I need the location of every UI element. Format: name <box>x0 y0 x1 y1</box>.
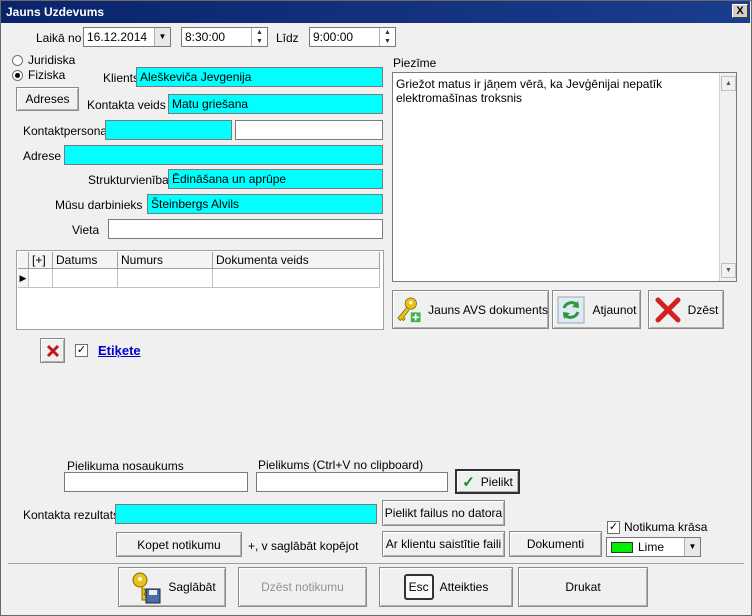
attachment-name-label: Pielikuma nosaukums <box>67 459 184 473</box>
refresh-label: Atjaunot <box>592 302 637 317</box>
window-title: Jauns Uzdevums <box>6 5 105 19</box>
tag-link[interactable]: Etiķete <box>98 343 141 358</box>
place-input[interactable] <box>108 219 383 239</box>
clipboard-label: Pielikums (Ctrl+V no clipboard) <box>258 458 424 472</box>
documents-table[interactable]: [+] Datums Numurs Dokumenta veids ▶ <box>16 250 384 330</box>
start-time-value: 8:30:00 <box>185 30 226 44</box>
scroll-up-icon[interactable]: ▲ <box>721 76 736 91</box>
documents-button[interactable]: Dokumenti <box>509 531 602 557</box>
table-header-doc-type[interactable]: Dokumenta veids <box>213 252 380 269</box>
remove-tag-button[interactable] <box>40 338 65 363</box>
client-label: Klients <box>103 71 140 85</box>
end-time-input[interactable]: 9:00:00 ▲ ▼ <box>309 27 396 47</box>
new-doc-label: Jauns AVS dokuments <box>428 302 548 317</box>
address-input[interactable] <box>64 145 383 165</box>
spin-down-icon[interactable]: ▼ <box>380 37 395 46</box>
delete-event-button[interactable]: Dzēst notikumu <box>238 567 367 607</box>
address-label: Adrese <box>23 149 62 163</box>
note-label: Piezīme <box>393 56 437 70</box>
new-avs-document-button[interactable]: Jauns AVS dokuments <box>392 290 549 329</box>
employee-label: Mūsu darbinieks <box>55 198 143 212</box>
structure-input[interactable]: Ēdināšana un aprūpe <box>168 169 383 189</box>
table-cell[interactable] <box>213 269 380 288</box>
attach-button[interactable]: ✓ Pielikt <box>455 469 520 494</box>
event-color-checkbox[interactable]: ✓ <box>607 521 620 534</box>
result-input[interactable] <box>115 504 377 524</box>
contact-person-label: Kontaktpersona <box>23 124 108 138</box>
chevron-down-icon[interactable]: ▼ <box>684 538 700 556</box>
table-header-expand[interactable]: [+] <box>29 252 53 269</box>
key-save-icon <box>132 572 161 604</box>
event-color-label: Notikuma krāsa <box>624 520 708 534</box>
save-label: Saglābāt <box>168 580 216 594</box>
refresh-button[interactable]: Atjaunot <box>552 290 641 329</box>
color-swatch <box>611 542 633 553</box>
date-input[interactable]: 16.12.2014 ▼ <box>83 27 171 47</box>
attach-label: Pielikt <box>480 474 513 489</box>
green-check-icon: ✓ <box>462 473 475 491</box>
from-label: Laikā no <box>36 31 82 45</box>
table-cell[interactable] <box>53 269 118 288</box>
copy-event-button[interactable]: Kopet notikumu <box>116 532 242 557</box>
table-corner-header <box>18 252 29 269</box>
clipboard-input[interactable] <box>256 472 448 492</box>
esc-key-icon: Esc <box>403 574 434 600</box>
attachment-name-input[interactable] <box>64 472 248 492</box>
attach-from-pc-button[interactable]: Pielikt failus no datora <box>382 500 505 526</box>
start-time-input[interactable]: 8:30:00 ▲ ▼ <box>181 27 268 47</box>
contact-person-input[interactable] <box>105 120 232 140</box>
table-header-number[interactable]: Numurs <box>118 252 213 269</box>
client-files-button[interactable]: Ar klientu saistītie faili <box>382 531 505 557</box>
table-header-date[interactable]: Datums <box>53 252 118 269</box>
note-textarea[interactable]: Griežot matus ir jāņem vērā, ka Jevģēnij… <box>392 72 737 282</box>
end-time-value: 9:00:00 <box>313 30 354 44</box>
addresses-button[interactable]: Adreses <box>16 87 79 111</box>
print-button[interactable]: Drukat <box>518 567 648 607</box>
contact-type-input[interactable]: Matu griešana <box>168 94 383 114</box>
radio-physical[interactable] <box>12 70 23 81</box>
refresh-icon <box>557 296 585 323</box>
remove-tag-icon <box>46 344 59 357</box>
title-bar: Jauns Uzdevums <box>1 1 750 23</box>
cancel-label: Atteikties <box>439 580 489 594</box>
employee-input[interactable]: Šteinbergs Alvils <box>147 194 383 214</box>
event-color-select[interactable]: Lime ▼ <box>606 537 701 557</box>
close-button[interactable]: X <box>732 4 748 18</box>
result-label: Kontakta rezultats <box>23 508 120 522</box>
key-add-icon <box>397 296 421 322</box>
save-button[interactable]: Saglābāt <box>118 567 226 607</box>
contact-person-extra-input[interactable] <box>235 120 383 140</box>
radio-legal[interactable] <box>12 55 23 66</box>
structure-label: Strukturvienība <box>88 173 169 187</box>
contact-type-label: Kontakta veids <box>87 98 166 112</box>
place-label: Vieta <box>72 223 100 237</box>
until-label: Līdz <box>276 31 299 45</box>
start-time-spinner[interactable]: ▲ ▼ <box>251 28 267 46</box>
delete-button[interactable]: Dzēst <box>648 290 724 329</box>
client-input[interactable]: Aleškeviča Jevgenija <box>136 67 383 87</box>
chevron-down-icon[interactable]: ▼ <box>154 28 170 46</box>
cancel-button[interactable]: Esc Atteikties <box>379 567 513 607</box>
copy-hint: +, v saglābāt kopējot <box>248 539 359 553</box>
row-pointer-icon: ▶ <box>18 269 29 288</box>
radio-legal-label: Juridiska <box>28 53 76 67</box>
end-time-spinner[interactable]: ▲ ▼ <box>379 28 395 46</box>
spin-up-icon[interactable]: ▲ <box>252 28 267 37</box>
footer-separator <box>8 563 744 564</box>
radio-physical-label: Fiziska <box>28 68 66 82</box>
date-value: 16.12.2014 <box>87 30 148 44</box>
note-scrollbar[interactable]: ▲ ▼ <box>719 73 736 281</box>
delete-label: Dzēst <box>687 302 719 317</box>
table-cell[interactable] <box>118 269 213 288</box>
color-value: Lime <box>638 540 665 554</box>
tag-checkbox[interactable]: ✓ <box>75 344 88 357</box>
red-x-icon <box>655 297 681 322</box>
spin-up-icon[interactable]: ▲ <box>380 28 395 37</box>
scroll-down-icon[interactable]: ▼ <box>721 263 736 278</box>
table-row[interactable] <box>29 269 53 288</box>
note-text: Griežot matus ir jāņem vērā, ka Jevģēnij… <box>396 77 663 105</box>
spin-down-icon[interactable]: ▼ <box>252 37 267 46</box>
